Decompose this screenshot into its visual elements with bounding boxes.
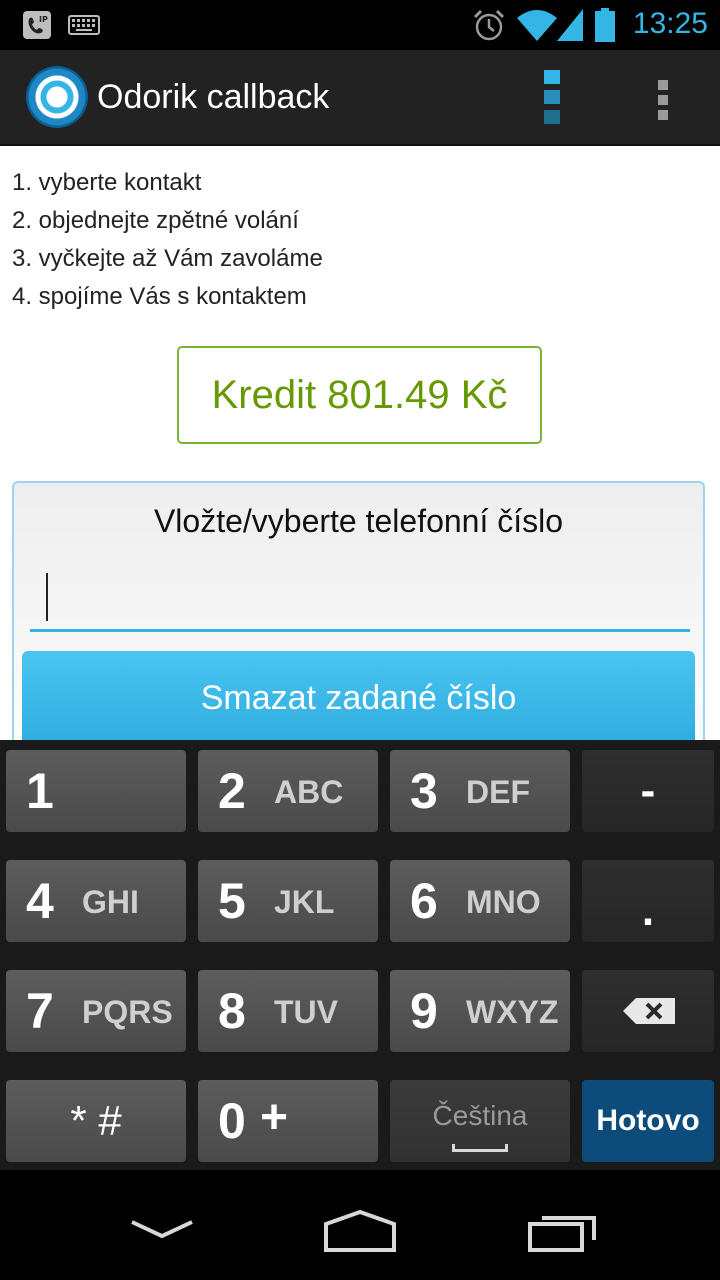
key-letters: TUV — [274, 994, 338, 1030]
text-caret — [46, 573, 48, 621]
key-3[interactable]: 3 DEF — [390, 750, 570, 832]
signal-icon — [557, 9, 583, 41]
navigation-bar — [0, 1170, 720, 1280]
key-9[interactable]: 9 WXYZ — [390, 970, 570, 1052]
step-item: 1. vyberte kontakt — [12, 169, 202, 196]
key-symbol: . — [641, 886, 655, 935]
overflow-menu-icon[interactable] — [654, 70, 674, 126]
key-2[interactable]: 2 ABC — [198, 750, 378, 832]
key-letters: + — [260, 1091, 289, 1144]
phone-number-input[interactable] — [30, 568, 690, 632]
key-dot[interactable]: . — [582, 860, 714, 942]
key-number: 5 — [218, 873, 246, 929]
wifi-icon — [517, 10, 557, 41]
step-item: 2. objednejte zpětné volání — [12, 207, 299, 234]
key-4[interactable]: 4 GHI — [6, 860, 186, 942]
language-label: Čeština — [432, 1100, 528, 1131]
key-number: 7 — [26, 983, 54, 1039]
done-label: Hotovo — [596, 1104, 700, 1137]
key-1[interactable]: 1 — [6, 750, 186, 832]
alarm-icon — [473, 9, 505, 41]
key-letters: MNO — [466, 884, 541, 920]
phone-number-label: Vložte/vyberte telefonní číslo — [153, 503, 564, 539]
key-8[interactable]: 8 TUV — [198, 970, 378, 1052]
key-letters: DEF — [466, 774, 530, 810]
key-0[interactable]: 0 + — [198, 1080, 378, 1162]
key-letters: PQRS — [82, 994, 173, 1030]
done-button[interactable]: Hotovo — [582, 1080, 714, 1162]
key-dash[interactable]: - — [582, 750, 714, 832]
key-number: 4 — [26, 873, 54, 929]
back-icon[interactable] — [122, 1208, 202, 1248]
contacts-icon[interactable] — [542, 70, 562, 126]
backspace-icon — [623, 998, 675, 1024]
key-star-hash[interactable]: * # — [6, 1080, 186, 1162]
key-backspace[interactable] — [582, 970, 714, 1052]
step-item: 4. spojíme Vás s kontaktem — [12, 283, 307, 310]
key-number: 8 — [218, 983, 246, 1039]
keyboard-icon — [68, 15, 100, 35]
key-symbol: * # — [70, 1097, 122, 1144]
key-number: 1 — [26, 763, 54, 819]
key-7[interactable]: 7 PQRS — [6, 970, 186, 1052]
sip-phone-icon: IP — [23, 11, 51, 39]
instruction-steps: 1. vyberte kontakt 2. objednejte zpětné … — [12, 164, 323, 316]
recent-apps-icon[interactable] — [522, 1202, 602, 1254]
key-number: 9 — [410, 983, 438, 1039]
clear-number-button[interactable]: Smazat zadané číslo — [22, 651, 695, 740]
app-logo-icon[interactable] — [26, 66, 88, 128]
key-symbol: - — [640, 766, 656, 815]
key-number: 0 — [218, 1093, 246, 1149]
key-number: 2 — [218, 763, 246, 819]
key-5[interactable]: 5 JKL — [198, 860, 378, 942]
spacebar-icon — [452, 1144, 508, 1152]
svg-text:IP: IP — [39, 15, 48, 24]
key-letters: ABC — [274, 774, 344, 810]
app-title: Odorik callback — [97, 78, 330, 116]
status-time: 13:25 — [632, 7, 708, 40]
credit-button[interactable]: Kredit 801.49 Kč — [177, 346, 542, 444]
numeric-keyboard: 1 2 ABC 3 DEF - 4 GHI 5 JKL 6 MNO . 7 PQ… — [0, 740, 720, 1170]
main-content: 1. vyberte kontakt 2. objednejte zpětné … — [0, 146, 720, 740]
battery-icon — [595, 8, 615, 42]
key-number: 3 — [410, 763, 438, 819]
phone-panel: Vložte/vyberte telefonní číslo Smazat za… — [12, 481, 705, 740]
key-letters: GHI — [82, 884, 139, 920]
key-number: 6 — [410, 873, 438, 929]
key-letters: WXYZ — [466, 994, 559, 1030]
key-space-language[interactable]: Čeština — [390, 1080, 570, 1162]
step-item: 3. vyčkejte až Vám zavoláme — [12, 245, 323, 272]
key-letters: JKL — [274, 884, 335, 920]
action-bar: Odorik callback — [0, 50, 720, 146]
status-bar: IP 13:25 — [0, 0, 720, 50]
key-6[interactable]: 6 MNO — [390, 860, 570, 942]
home-icon[interactable] — [320, 1202, 400, 1254]
